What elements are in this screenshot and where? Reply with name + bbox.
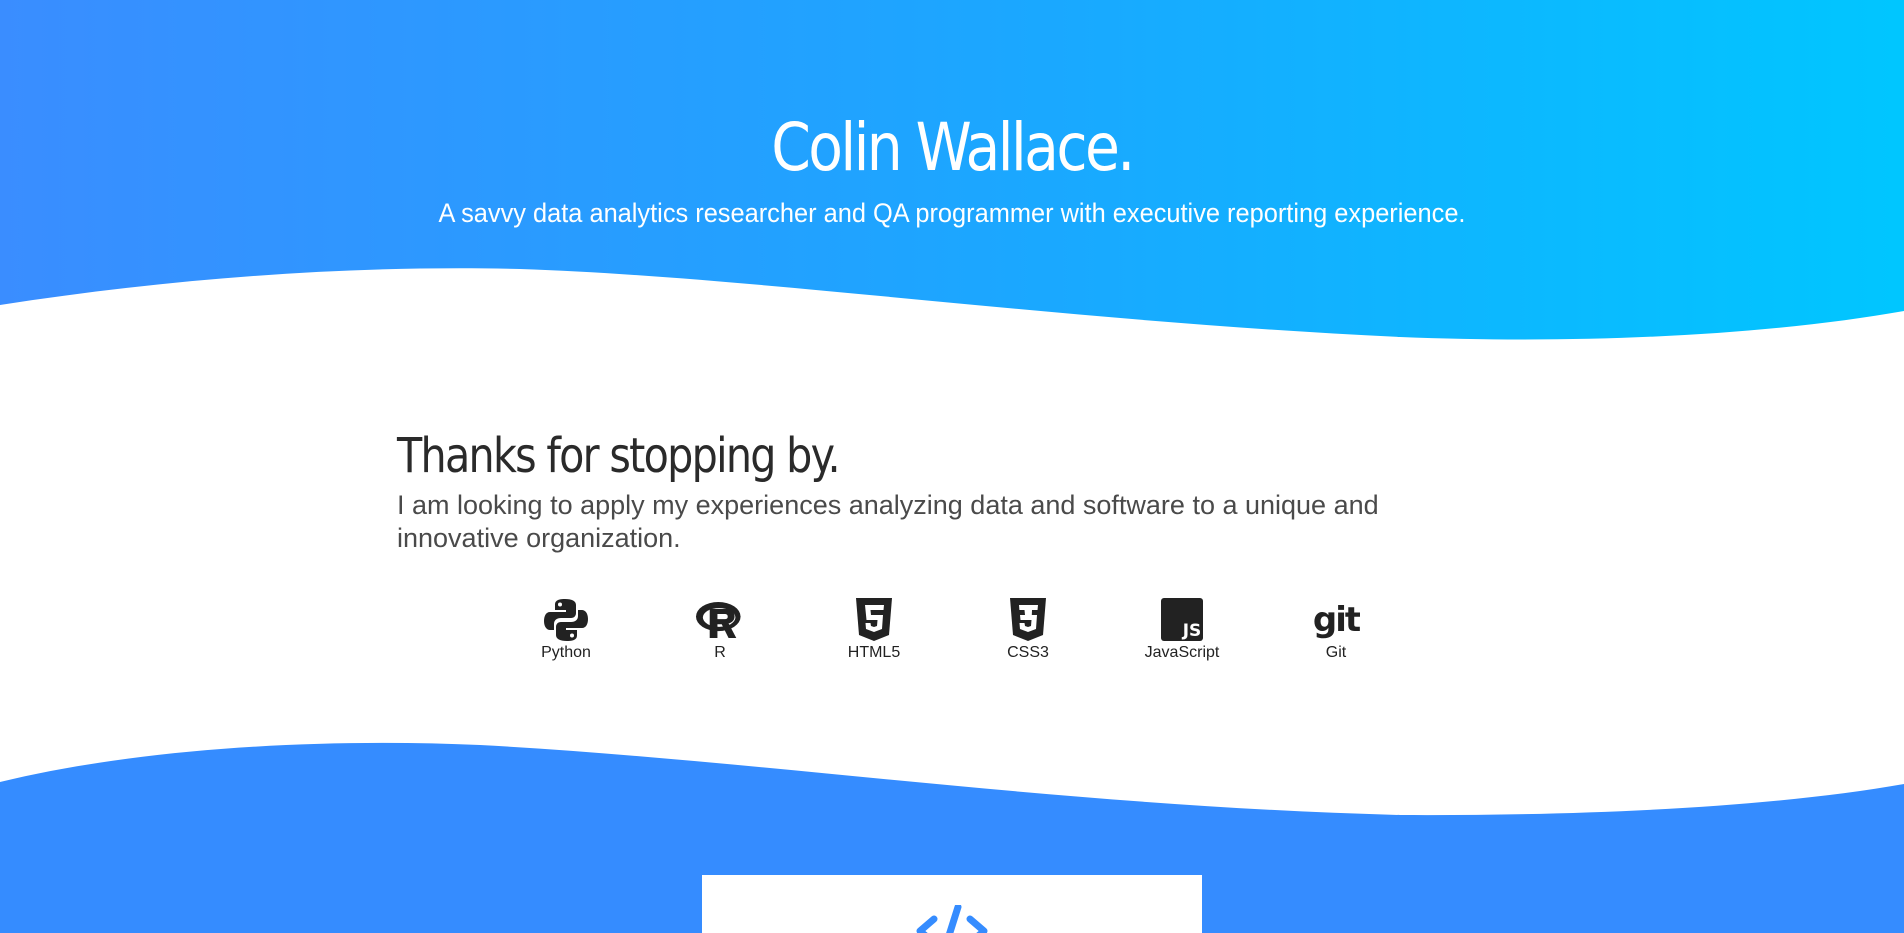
hero-section: Colin Wallace. A savvy data analytics re… [0,0,1904,345]
svg-text:JS: JS [1182,621,1202,641]
skill-label-css3: CSS3 [1007,644,1049,661]
skill-css3: CSS3 [968,597,1088,663]
skills-list: Python R HTML5 CSS3 JS JavaScript git Gi… [0,597,1904,667]
python-icon [544,599,588,641]
git-icon: git [1313,600,1360,640]
about-heading: Thanks for stopping by. [397,428,841,484]
skill-r: R [660,597,780,663]
hero-tagline: A savvy data analytics researcher and QA… [438,198,1466,228]
skill-label-r: R [714,644,726,661]
hero-wave-divider [0,268,1904,345]
project-card[interactable] [702,875,1202,933]
skill-label-html5: HTML5 [847,644,901,661]
svg-text:git: git [1313,600,1360,640]
hero-name: Colin Wallace. [771,109,1135,186]
skill-python: Python [506,597,626,663]
skill-html5: HTML5 [814,597,934,663]
r-icon [696,602,741,638]
skill-label-git: Git [1325,644,1347,661]
css3-icon [1010,598,1046,641]
projects-section [0,740,1904,933]
javascript-icon: JS [1161,598,1203,641]
skill-label-python: Python [541,644,591,661]
skill-git: git Git [1276,597,1396,663]
about-text: I am looking to apply my experiences ana… [397,490,1379,553]
about-section: Thanks for stopping by. I am looking to … [397,425,1507,555]
skill-javascript: JS JavaScript [1122,597,1242,663]
code-icon [916,905,988,933]
html5-icon [856,598,892,641]
footer-wave-divider [0,740,1904,816]
skill-label-javascript: JavaScript [1144,644,1220,661]
